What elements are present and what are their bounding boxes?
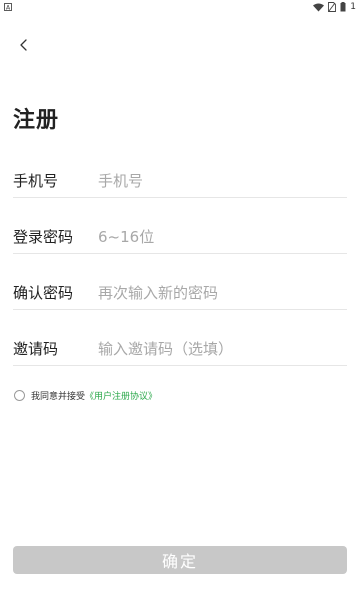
phone-row: 手机号 — [13, 164, 347, 198]
invite-code-label: 邀请码 — [13, 340, 59, 358]
status-left: A — [4, 3, 12, 11]
password-row: 登录密码 — [13, 220, 347, 254]
invite-code-row: 邀请码 — [13, 332, 347, 366]
svg-text:A: A — [6, 4, 11, 11]
password-input[interactable] — [98, 221, 347, 252]
status-right: 1 — [313, 2, 356, 12]
confirm-button[interactable]: 确定 — [13, 546, 347, 574]
agreement-link[interactable]: 《用户注册协议》 — [85, 389, 157, 402]
no-sim-icon — [328, 2, 337, 12]
page-title: 注册 — [13, 108, 60, 133]
agree-radio[interactable] — [14, 390, 25, 401]
confirm-password-input[interactable] — [98, 277, 347, 308]
battery-text: 1 — [350, 2, 356, 12]
a-notification-icon: A — [4, 3, 12, 11]
battery-icon — [340, 2, 346, 12]
phone-label: 手机号 — [13, 172, 59, 190]
chevron-left-icon — [19, 37, 29, 56]
confirm-password-label: 确认密码 — [13, 284, 74, 302]
agreement: 我同意并接受 《用户注册协议》 — [14, 389, 157, 402]
phone-input[interactable] — [98, 165, 347, 196]
agreement-text: 我同意并接受 — [31, 392, 86, 402]
wifi-icon — [313, 3, 325, 12]
password-label: 登录密码 — [13, 228, 74, 246]
back-button[interactable] — [14, 36, 34, 56]
invite-code-input[interactable] — [98, 333, 347, 364]
status-bar: A 1 — [0, 0, 360, 14]
confirm-password-row: 确认密码 — [13, 276, 347, 310]
